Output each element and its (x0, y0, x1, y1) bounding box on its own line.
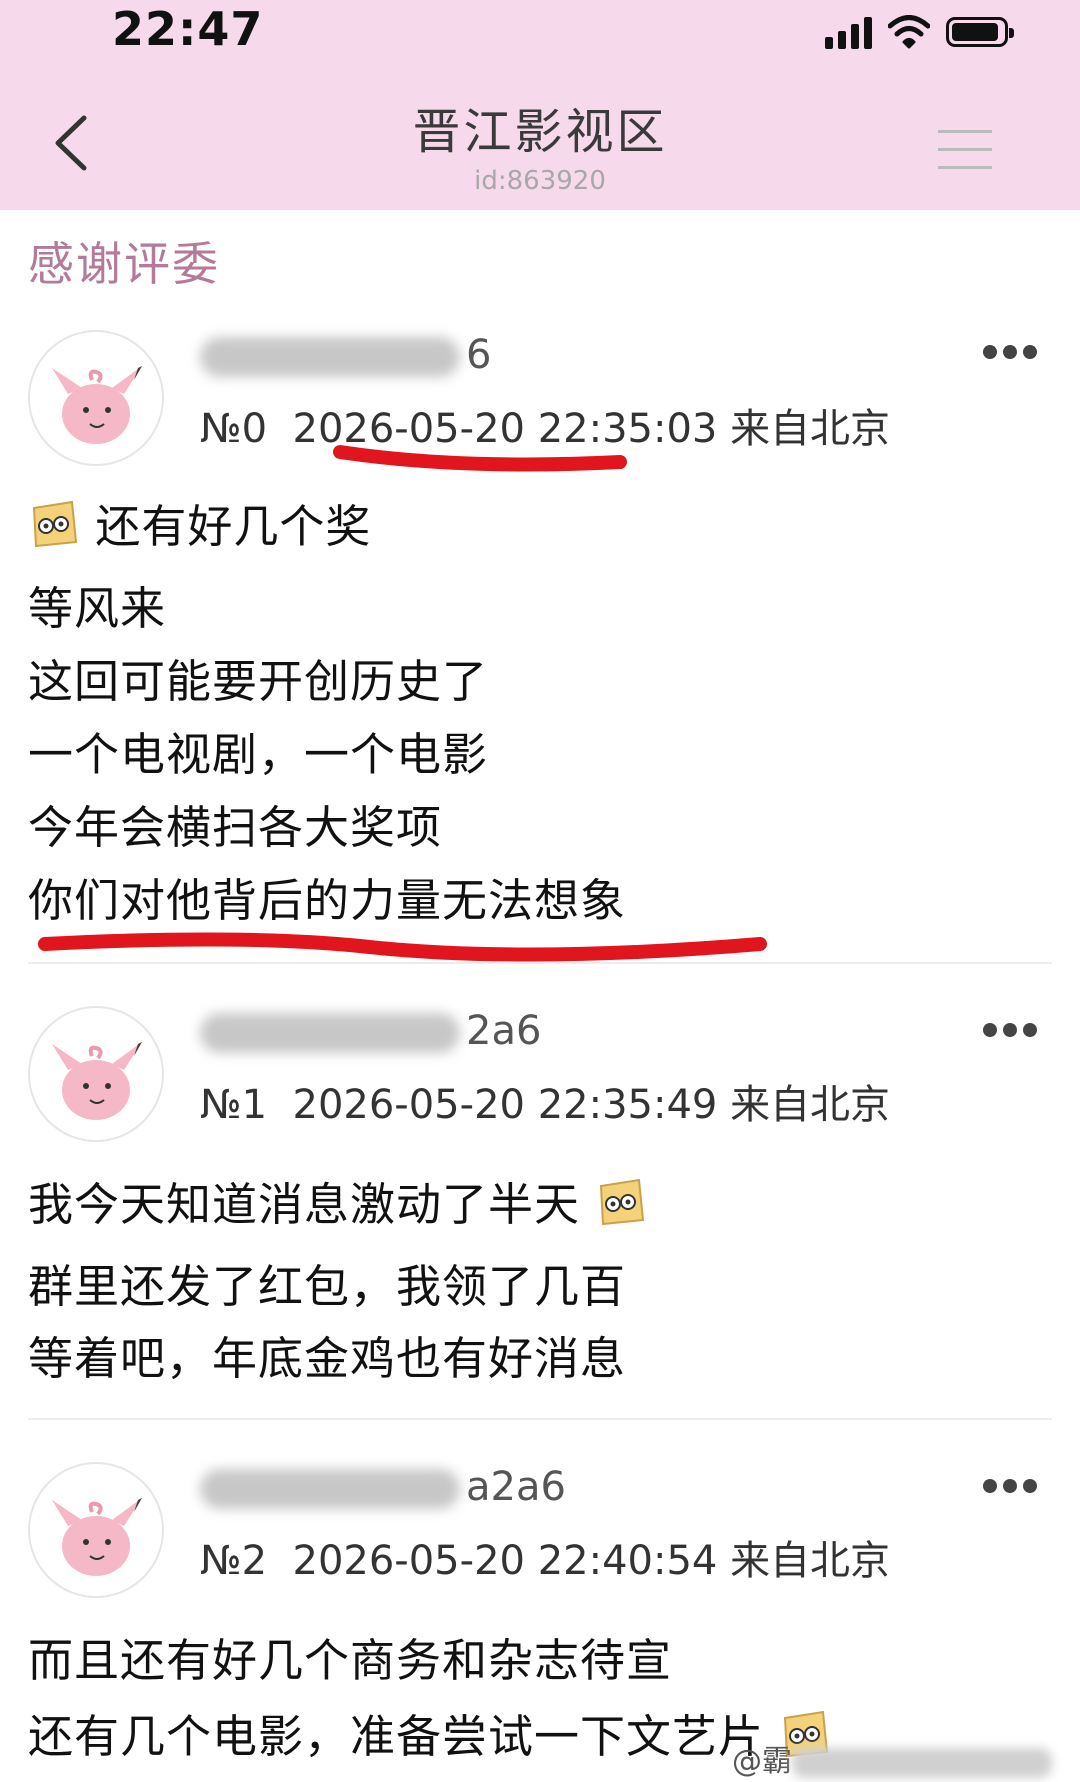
page-title: 晋江影视区 (412, 104, 668, 160)
app-header: 22:47 晋江影视区 id:863920 (0, 0, 1080, 210)
clefairy-avatar-icon (52, 1042, 142, 1120)
post-location: 来自北京 (730, 406, 891, 452)
floor-number: №2 (200, 1538, 268, 1584)
status-time: 22:47 (112, 2, 264, 56)
divider (28, 962, 1052, 964)
avatar[interactable] (28, 330, 164, 466)
menu-icon[interactable] (936, 126, 994, 174)
post-line: 我今天知道消息激动了半天 (28, 1168, 647, 1233)
divider (28, 1418, 1052, 1420)
post-line: 你们对他背后的力量无法想象 (28, 874, 627, 927)
post-location: 来自北京 (730, 1538, 891, 1584)
post-line: 群里还发了红包，我领了几百 (28, 1260, 627, 1313)
floor-number: №0 (200, 406, 268, 452)
post-line: 一个电视剧，一个电影 (28, 728, 489, 781)
post-line: 而且还有好几个商务和杂志待宣 (28, 1634, 673, 1687)
emoji-sticker-icon (32, 500, 78, 548)
post-location: 来自北京 (730, 1082, 891, 1128)
avatar[interactable] (28, 1006, 164, 1142)
floor-number: №1 (200, 1082, 268, 1128)
more-icon[interactable] (980, 1476, 1040, 1496)
username: 6 (200, 332, 491, 378)
post-line: 这回可能要开创历史了 (28, 655, 489, 708)
battery-icon (946, 17, 1014, 47)
post-date: 2026-05-20 (292, 1538, 525, 1584)
post-time: 22:35:49 (537, 1082, 718, 1128)
username: 2a6 (200, 1008, 541, 1054)
post-time: 22:35:03 (537, 406, 718, 452)
clefairy-avatar-icon (52, 1498, 142, 1576)
post-meta: №0 2026-05-20 22:35:03 来自北京 (200, 396, 890, 454)
post-time: 22:40:54 (537, 1538, 718, 1584)
status-icons (825, 10, 1014, 54)
post-line: 还有好几个奖 (28, 490, 371, 555)
clefairy-avatar-icon (52, 366, 142, 444)
username: a2a6 (200, 1464, 566, 1510)
post-date: 2026-05-20 (292, 1082, 525, 1128)
signal-icon (825, 15, 872, 49)
post-line: 等风来 (28, 582, 167, 635)
post-line: 今年会横扫各大奖项 (28, 801, 443, 854)
weibo-watermark: @霸 (732, 1736, 1052, 1780)
wifi-icon (888, 15, 930, 49)
thread-title: 感谢评委 (28, 237, 220, 291)
avatar[interactable] (28, 1462, 164, 1598)
post-date: 2026-05-20 (292, 406, 525, 452)
more-icon[interactable] (980, 1020, 1040, 1040)
post-line: 还有几个电影，准备尝试一下文艺片 (28, 1700, 831, 1765)
post-meta: №1 2026-05-20 22:35:49 来自北京 (200, 1072, 890, 1130)
emoji-sticker-icon (600, 1178, 645, 1226)
board-id: id:863920 (474, 166, 606, 196)
post-meta: №2 2026-05-20 22:40:54 来自北京 (200, 1528, 890, 1586)
more-icon[interactable] (980, 342, 1040, 362)
sentence-underline-mark (38, 932, 767, 962)
post-line: 等着吧，年底金鸡也有好消息 (28, 1332, 627, 1385)
